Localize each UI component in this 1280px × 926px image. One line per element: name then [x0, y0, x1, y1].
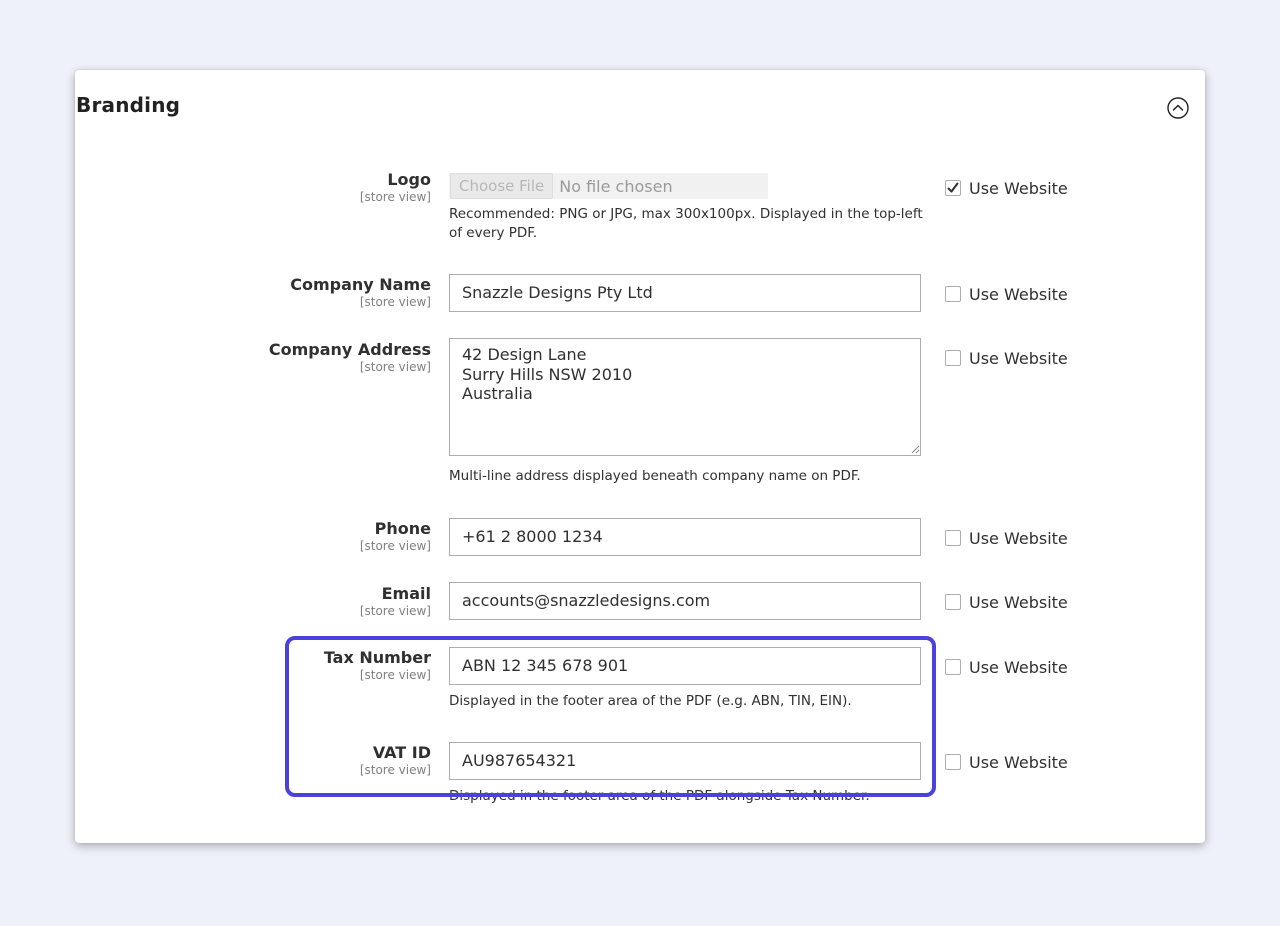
scope-label: [store view] — [359, 360, 431, 374]
field-label-email: Email [store view] — [359, 584, 431, 619]
scope-label: [store view] — [359, 539, 431, 553]
use-website-label: Use Website — [969, 752, 1068, 772]
scope-label: [store view] — [359, 295, 431, 309]
vat-id-label: VAT ID — [372, 743, 431, 762]
company-address-textarea[interactable]: 42 Design Lane Surry Hills NSW 2010 Aust… — [449, 338, 921, 456]
field-label-company-name: Company Name [store view] — [290, 275, 431, 310]
use-website-checkbox[interactable] — [945, 754, 961, 770]
company-name-label: Company Name — [290, 275, 431, 294]
use-website-email[interactable]: Use Website — [945, 592, 1068, 612]
checkmark-icon — [947, 182, 959, 193]
use-website-checkbox[interactable] — [945, 659, 961, 675]
use-website-label: Use Website — [969, 348, 1068, 368]
choose-file-button[interactable]: Choose File — [450, 173, 554, 199]
use-website-tax-number[interactable]: Use Website — [945, 657, 1068, 677]
use-website-label: Use Website — [969, 657, 1068, 677]
tax-number-input[interactable] — [449, 647, 921, 685]
logo-file-picker[interactable]: Choose File No file chosen — [449, 173, 768, 199]
use-website-label: Use Website — [969, 528, 1068, 548]
field-label-logo: Logo [store view] — [359, 170, 431, 205]
use-website-company-name[interactable]: Use Website — [945, 284, 1068, 304]
company-address-note: Multi-line address displayed beneath com… — [449, 468, 861, 484]
use-website-checkbox[interactable] — [945, 350, 961, 366]
chevron-up-circle-icon[interactable] — [1167, 97, 1189, 119]
logo-label: Logo — [387, 170, 431, 189]
use-website-checkbox-checked[interactable] — [945, 180, 961, 196]
scope-label: [store view] — [359, 763, 431, 777]
file-status-text: No file chosen — [559, 176, 673, 196]
field-label-phone: Phone [store view] — [359, 519, 431, 554]
tax-number-label: Tax Number — [323, 648, 431, 667]
scope-label: [store view] — [359, 668, 431, 682]
use-website-label: Use Website — [969, 592, 1068, 612]
use-website-label: Use Website — [969, 284, 1068, 304]
logo-note: Recommended: PNG or JPG, max 300x100px. … — [449, 206, 923, 241]
use-website-vat-id[interactable]: Use Website — [945, 752, 1068, 772]
vat-id-input[interactable] — [449, 742, 921, 780]
use-website-checkbox[interactable] — [945, 594, 961, 610]
resize-handle-icon[interactable] — [910, 444, 920, 454]
field-label-company-address: Company Address [store view] — [268, 340, 431, 375]
company-name-input[interactable] — [449, 274, 921, 312]
field-label-tax-number: Tax Number [store view] — [323, 648, 431, 683]
phone-input[interactable] — [449, 518, 921, 556]
use-website-logo[interactable]: Use Website — [945, 178, 1068, 198]
email-label: Email — [381, 584, 431, 603]
vat-id-note: Displayed in the footer area of the PDF … — [449, 788, 870, 804]
use-website-label: Use Website — [969, 178, 1068, 198]
tax-number-note: Displayed in the footer area of the PDF … — [449, 693, 852, 709]
use-website-phone[interactable]: Use Website — [945, 528, 1068, 548]
scope-label: [store view] — [359, 604, 431, 618]
email-input[interactable] — [449, 582, 921, 620]
section-title: Branding — [76, 93, 181, 117]
branding-panel: Branding Logo [store view] Choose File N… — [75, 70, 1205, 843]
field-label-vat-id: VAT ID [store view] — [359, 743, 431, 778]
use-website-checkbox[interactable] — [945, 286, 961, 302]
use-website-company-address[interactable]: Use Website — [945, 348, 1068, 368]
phone-label: Phone — [374, 519, 431, 538]
scope-label: [store view] — [359, 190, 431, 204]
company-address-label: Company Address — [268, 340, 431, 359]
use-website-checkbox[interactable] — [945, 530, 961, 546]
